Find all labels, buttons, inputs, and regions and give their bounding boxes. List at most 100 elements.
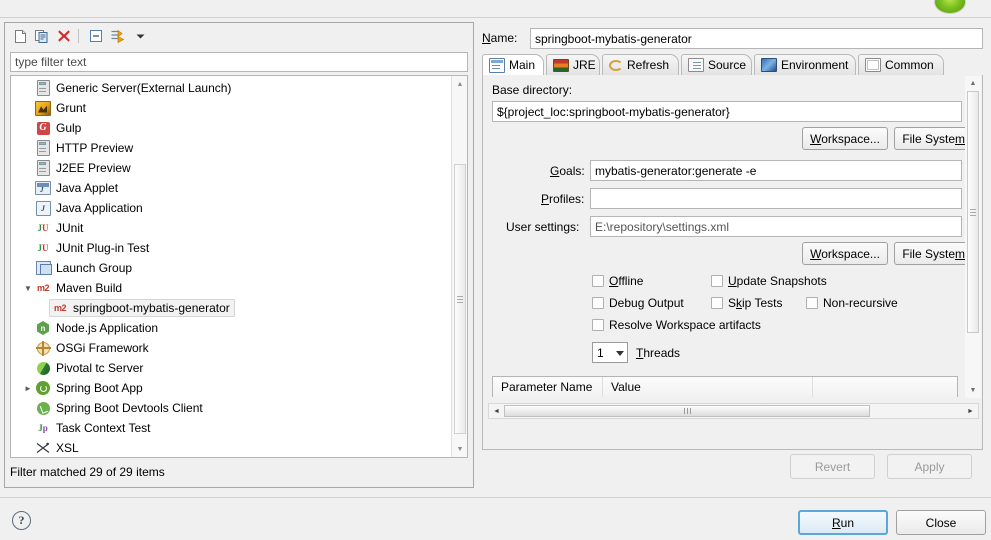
new-file-icon[interactable] xyxy=(11,27,29,45)
resolve-workspace-artifacts-checkbox[interactable] xyxy=(592,319,604,331)
apply-button[interactable]: Apply xyxy=(887,454,972,479)
base-dir-workspace-button[interactable]: Workspace... xyxy=(802,127,888,150)
main-tab-form: Base directory: Workspace... File System… xyxy=(483,75,966,397)
base-dir-file-system-button[interactable]: File System.. xyxy=(894,127,966,150)
run-button[interactable]: Run xyxy=(798,510,888,535)
offline-checkbox[interactable] xyxy=(592,275,604,287)
close-button[interactable]: Close xyxy=(896,510,986,535)
main-tab-vertical-scrollbar[interactable]: ▲ ▼ xyxy=(965,76,981,398)
main-tab-horizontal-scrollbar[interactable]: ◄ ► xyxy=(488,403,979,419)
offline-checkbox-row[interactable]: Offline xyxy=(592,274,643,288)
tree-item-junit[interactable]: JU JUnit xyxy=(11,218,451,238)
tree-item-java-application[interactable]: J Java Application xyxy=(11,198,451,218)
twisty-expanded-icon[interactable]: ▼ xyxy=(21,281,35,295)
update-snapshots-checkbox-row[interactable]: Update Snapshots xyxy=(711,274,827,288)
title-bar-strip xyxy=(0,0,991,18)
threads-label: Threads xyxy=(636,346,681,360)
skip-tests-checkbox-row[interactable]: Skip Tests xyxy=(711,296,782,310)
twisty-placeholder xyxy=(21,441,35,455)
scroll-down-icon[interactable]: ▼ xyxy=(965,383,981,398)
search-input[interactable] xyxy=(10,52,468,72)
tree-item-osgi-framework[interactable]: OSGi Framework xyxy=(11,338,451,358)
tree-item-springboot-mybatis-generator[interactable]: m2 springboot-mybatis-generator xyxy=(11,298,451,318)
twisty-placeholder xyxy=(21,181,35,195)
delete-red-x-icon[interactable] xyxy=(55,27,73,45)
tree-item-http-preview[interactable]: HTTP Preview xyxy=(11,138,451,158)
resolve-workspace-artifacts-checkbox-row[interactable]: Resolve Workspace artifacts xyxy=(592,318,761,332)
tree-item-label: Launch Group xyxy=(56,261,133,275)
selection-highlight: m2 springboot-mybatis-generator xyxy=(49,299,235,317)
twisty-placeholder xyxy=(21,261,35,275)
debug-output-checkbox[interactable] xyxy=(592,297,604,309)
tree-vertical-scrollbar[interactable]: ▲ ▼ xyxy=(451,76,467,457)
twisty-collapsed-icon[interactable]: ► xyxy=(21,381,35,395)
chevron-down-icon[interactable] xyxy=(616,350,624,356)
user-settings-input[interactable] xyxy=(590,216,962,237)
tree-item-spring-boot-devtools-client[interactable]: Spring Boot Devtools Client xyxy=(11,398,451,418)
non-recursive-checkbox-row[interactable]: Non-recursive xyxy=(806,296,898,310)
non-recursive-checkbox[interactable] xyxy=(806,297,818,309)
scroll-up-icon[interactable]: ▲ xyxy=(452,76,467,92)
launch-config-tree[interactable]: Generic Server(External Launch) Grunt G … xyxy=(10,75,468,458)
maven-m2-icon: m2 xyxy=(36,283,50,293)
filter-arrow-icon[interactable] xyxy=(109,27,127,45)
user-settings-workspace-button[interactable]: Workspace... xyxy=(802,242,888,265)
revert-button[interactable]: Revert xyxy=(790,454,875,479)
profiles-input[interactable] xyxy=(590,188,962,209)
tab-label: Common xyxy=(885,58,934,72)
update-snapshots-checkbox[interactable] xyxy=(711,275,723,287)
tree-item-launch-group[interactable]: Launch Group xyxy=(11,258,451,278)
scroll-up-icon[interactable]: ▲ xyxy=(965,76,981,91)
threads-stepper[interactable]: 1 xyxy=(592,342,628,363)
tree-item-generic-server[interactable]: Generic Server(External Launch) xyxy=(11,78,451,98)
tree-item-xsl[interactable]: XSL xyxy=(11,438,451,457)
user-settings-label: User settings: xyxy=(506,220,580,234)
tree-item-task-context-test[interactable]: Jp Task Context Test xyxy=(11,418,451,438)
tree-item-pivotal-tc-server[interactable]: Pivotal tc Server xyxy=(11,358,451,378)
scroll-right-icon[interactable]: ► xyxy=(963,404,978,418)
junit-icon: JU xyxy=(37,223,49,233)
scrollbar-thumb[interactable] xyxy=(454,164,466,434)
skip-tests-checkbox[interactable] xyxy=(711,297,723,309)
parameter-table[interactable]: Parameter Name Value xyxy=(492,376,958,397)
tree-item-grunt[interactable]: Grunt xyxy=(11,98,451,118)
copy-icon[interactable] xyxy=(33,27,51,45)
base-directory-input[interactable] xyxy=(492,101,962,122)
filter-field-wrapper xyxy=(10,52,468,72)
revert-apply-buttons: Revert Apply xyxy=(478,454,987,482)
goals-input[interactable] xyxy=(590,160,962,181)
tree-item-gulp[interactable]: G Gulp xyxy=(11,118,451,138)
twisty-placeholder xyxy=(21,201,35,215)
scroll-left-icon[interactable]: ◄ xyxy=(489,404,504,418)
tab-main[interactable]: Main xyxy=(482,54,544,75)
tab-source[interactable]: Source xyxy=(681,54,752,75)
tab-common[interactable]: Common xyxy=(858,54,944,75)
scrollbar-thumb[interactable] xyxy=(967,91,979,333)
goals-label: Goals: xyxy=(550,164,585,178)
help-question-icon[interactable]: ? xyxy=(12,511,31,530)
config-name-input[interactable] xyxy=(530,28,983,49)
tree-item-junit-plugin-test[interactable]: JU JUnit Plug-in Test xyxy=(11,238,451,258)
debug-output-checkbox-row[interactable]: Debug Output xyxy=(592,296,684,310)
tab-refresh[interactable]: Refresh xyxy=(602,54,679,75)
tree-item-nodejs-application[interactable]: n Node.js Application xyxy=(11,318,451,338)
tab-jre[interactable]: JRE xyxy=(546,54,600,75)
scroll-down-icon[interactable]: ▼ xyxy=(452,441,467,457)
user-settings-file-system-button[interactable]: File System.. xyxy=(894,242,966,265)
column-header-extra[interactable] xyxy=(813,377,957,397)
tab-label: JRE xyxy=(573,58,596,72)
tree-item-spring-boot-app[interactable]: ► Spring Boot App xyxy=(11,378,451,398)
collapse-all-icon[interactable] xyxy=(87,27,105,45)
tree-item-maven-build[interactable]: ▼ m2 Maven Build xyxy=(11,278,451,298)
resolve-workspace-artifacts-label: Resolve Workspace artifacts xyxy=(609,318,761,332)
toolbar-separator xyxy=(78,29,79,43)
spring-devtools-icon xyxy=(35,400,51,416)
scrollbar-thumb[interactable] xyxy=(504,405,870,417)
column-header-value[interactable]: Value xyxy=(603,377,813,397)
chevron-down-icon[interactable] xyxy=(131,27,149,45)
tab-environment[interactable]: Environment xyxy=(754,54,856,75)
tree-item-j2ee-preview[interactable]: J2EE Preview xyxy=(11,158,451,178)
gulp-icon: G xyxy=(35,120,51,136)
tree-item-java-applet[interactable]: Java Applet xyxy=(11,178,451,198)
column-header-parameter-name[interactable]: Parameter Name xyxy=(493,377,603,397)
